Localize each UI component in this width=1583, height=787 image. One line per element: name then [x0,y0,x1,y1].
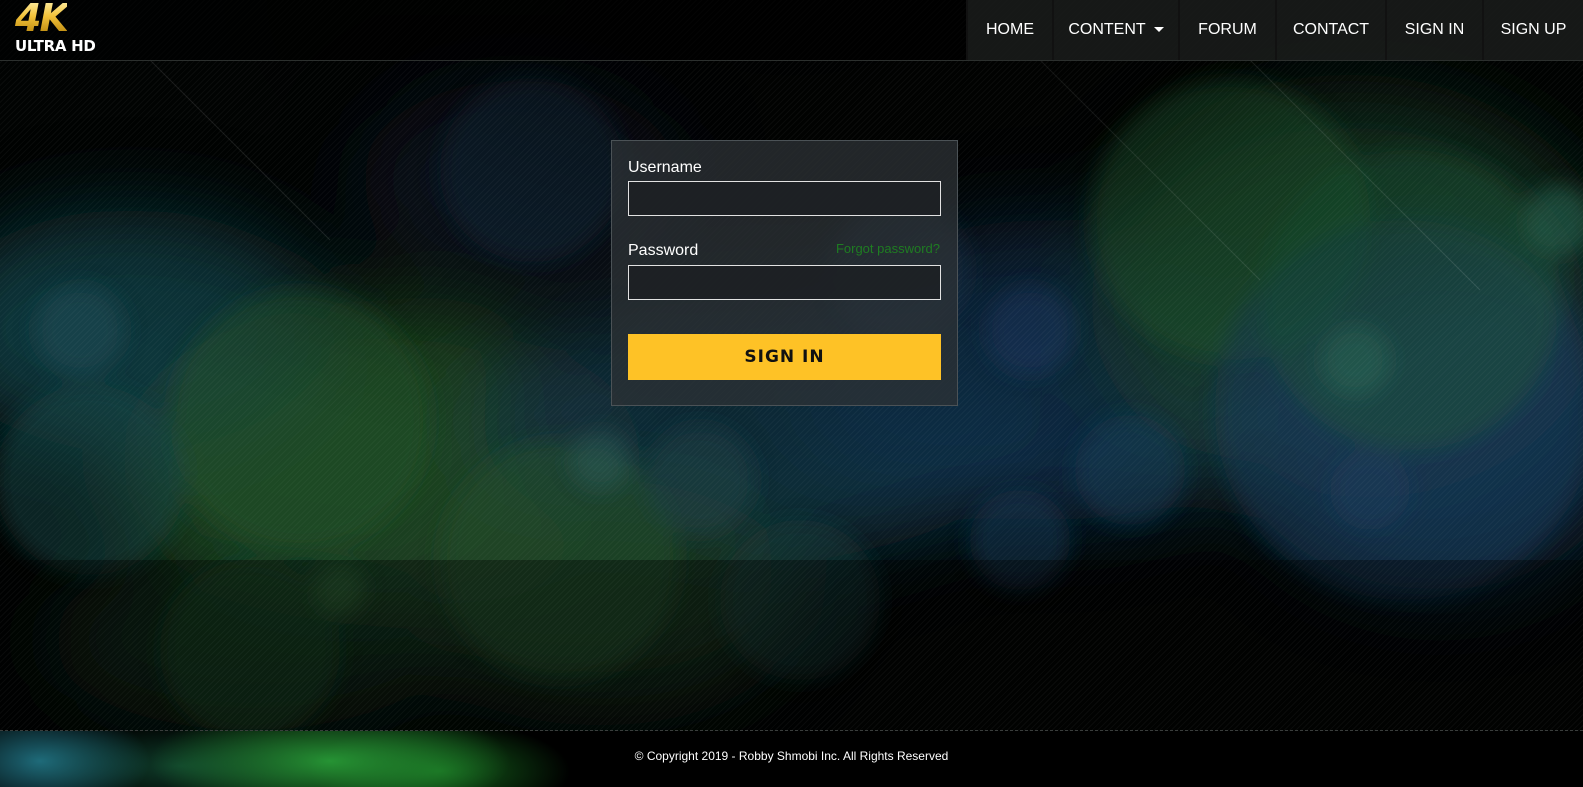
logo-sub-text: ULTRA HD [15,37,96,55]
password-input[interactable] [628,265,941,300]
copyright-text: © Copyright 2019 - Robby Shmobi Inc. All… [634,749,949,763]
page: 4K ULTRA HD HOME CONTENT FORUM CONTACT S… [0,0,1583,787]
nav-item-label: HOME [986,21,1034,38]
nav-item-content[interactable]: CONTENT [1052,0,1178,60]
nav-item-label: CONTENT [1068,21,1146,38]
login-form: Username Password Forgot password? SIGN … [611,140,958,406]
nav-item-label: FORUM [1198,21,1257,38]
nav-item-label: CONTACT [1292,21,1370,38]
username-label: Username [628,159,702,176]
nav-item-home[interactable]: HOME [966,0,1052,60]
username-input[interactable] [628,181,941,216]
main-nav: HOME CONTENT FORUM CONTACT SIGN IN SIGN … [966,0,1583,60]
footer: © Copyright 2019 - Robby Shmobi Inc. All… [0,730,1583,787]
password-label: Password [628,242,699,259]
nav-item-label: SIGN UP [1500,21,1567,38]
sign-in-button[interactable]: SIGN IN [628,334,941,380]
caret-down-icon [1153,26,1164,32]
nav-item-sign-up[interactable]: SIGN UP [1482,0,1583,60]
navbar: 4K ULTRA HD HOME CONTENT FORUM CONTACT S… [0,0,1583,61]
nav-item-contact[interactable]: CONTACT [1275,0,1385,60]
forgot-password-link[interactable]: Forgot password? [836,241,940,256]
nav-item-sign-in[interactable]: SIGN IN [1385,0,1482,60]
logo-4k-ultra-hd[interactable]: 4K ULTRA HD [14,0,114,58]
nav-item-forum[interactable]: FORUM [1178,0,1275,60]
logo-main-text: 4K [15,0,69,40]
nav-item-label: SIGN IN [1404,21,1465,38]
